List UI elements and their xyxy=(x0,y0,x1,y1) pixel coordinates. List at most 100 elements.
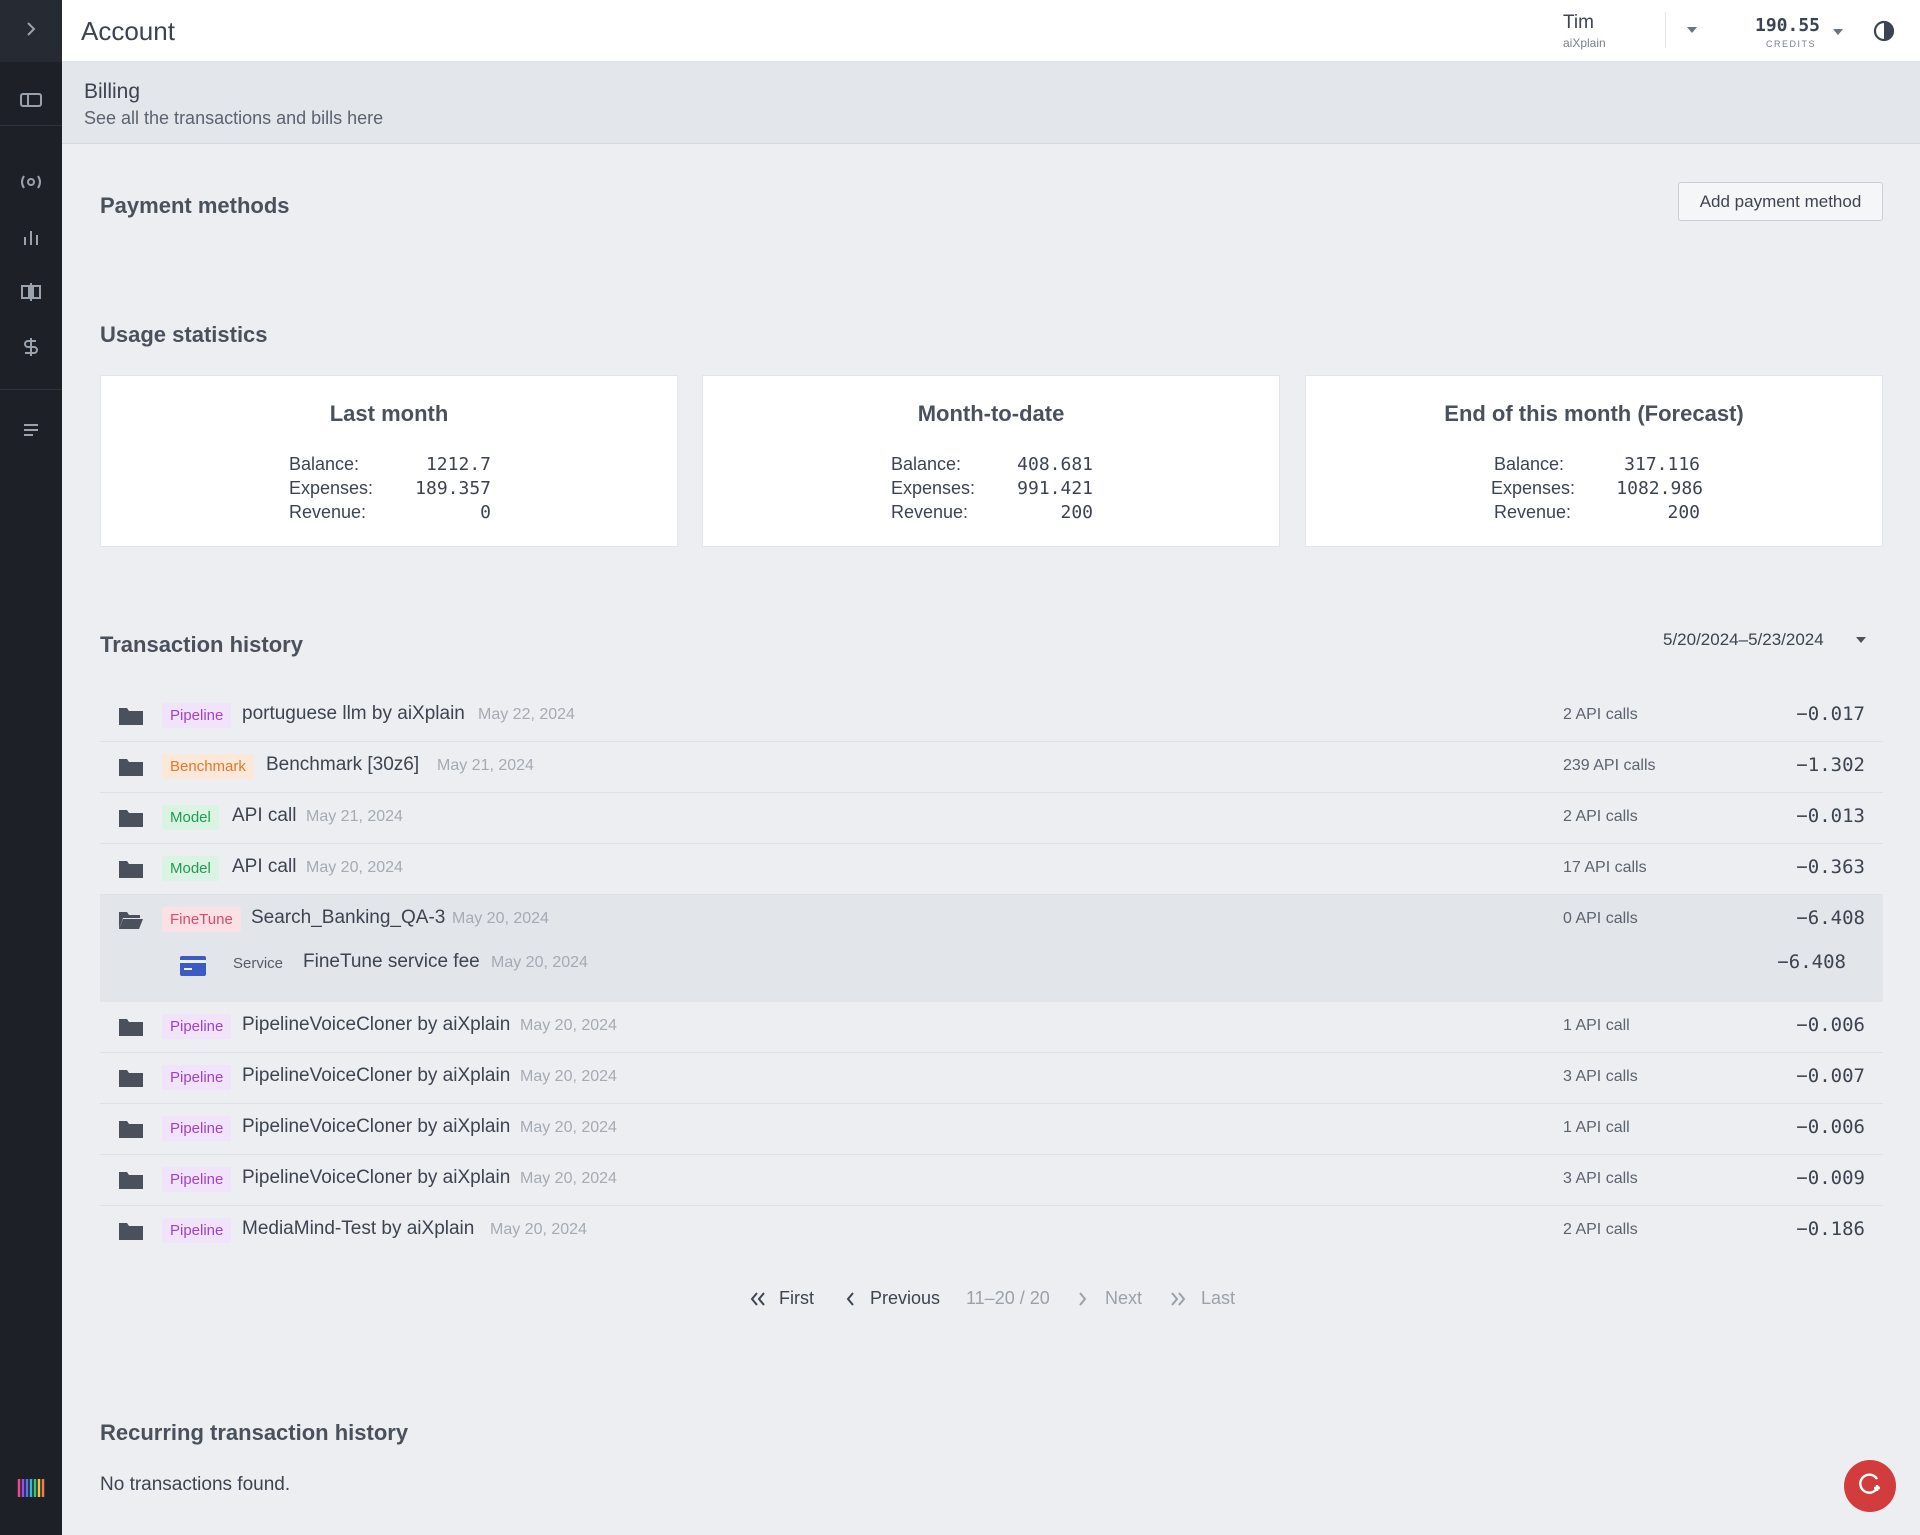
pagination-last-label: Last xyxy=(1201,1288,1236,1308)
transaction-row[interactable]: Pipeline PipelineVoiceCloner by aiXplain… xyxy=(100,1104,1883,1155)
expenses-value: 991.421 xyxy=(1017,478,1093,499)
date-range-value: 5/20/2024–5/23/2024 xyxy=(1663,630,1824,649)
chevron-down-icon xyxy=(1687,27,1697,33)
folder-icon xyxy=(118,757,144,782)
revenue-value: 200 xyxy=(1667,502,1700,523)
payment-methods-title: Payment methods xyxy=(100,193,290,218)
sidebar-item-billing[interactable] xyxy=(0,329,62,369)
transaction-amount: −0.186 xyxy=(1796,1218,1865,1240)
add-payment-method-button[interactable]: Add payment method xyxy=(1678,182,1883,221)
transaction-row[interactable]: Pipeline PipelineVoiceCloner by aiXplain… xyxy=(100,1155,1883,1206)
header-divider xyxy=(1665,12,1666,48)
stat-card-month-to-date: Month-to-date Balance: 408.681 Expenses: 9… xyxy=(702,375,1280,547)
transaction-name: API call xyxy=(232,805,297,826)
stat-card-last-month: Last month Balance: 1212.7 Expenses: 189.3… xyxy=(100,375,678,547)
transaction-date: May 20, 2024 xyxy=(452,910,549,927)
transaction-name: PipelineVoiceCloner by aiXplain xyxy=(242,1167,511,1188)
api-calls-count: 2 API calls xyxy=(1563,706,1638,723)
transaction-name: PipelineVoiceCloner by aiXplain xyxy=(242,1014,511,1035)
expenses-value: 1082.986 xyxy=(1616,478,1703,499)
transaction-row[interactable]: Benchmark Benchmark [30z6] May 21, 2024 … xyxy=(100,742,1883,793)
transaction-amount: −1.302 xyxy=(1796,754,1865,776)
transaction-amount: −0.013 xyxy=(1796,805,1865,827)
pagination-previous-button[interactable]: Previous xyxy=(845,1288,940,1311)
support-button[interactable] xyxy=(1844,1460,1896,1512)
sidebar-item-compare[interactable] xyxy=(0,274,62,314)
type-badge: Pipeline xyxy=(162,703,232,728)
user-menu[interactable]: Tim aiXplain xyxy=(1563,10,1697,52)
support-icon xyxy=(1857,1471,1883,1502)
recurring-history-title: Recurring transaction history xyxy=(100,1420,409,1445)
transaction-amount: −0.017 xyxy=(1796,703,1865,725)
credits-label: CREDITS xyxy=(1766,39,1817,49)
api-calls-count: 3 API calls xyxy=(1563,1068,1638,1085)
transaction-date: May 21, 2024 xyxy=(306,808,403,825)
pagination-next-button[interactable]: Next xyxy=(1078,1288,1142,1311)
type-badge: Pipeline xyxy=(162,1065,232,1090)
balance-value: 317.116 xyxy=(1624,454,1700,475)
transaction-row[interactable]: Pipeline PipelineVoiceCloner by aiXplain… xyxy=(100,1053,1883,1104)
balance-label: Balance: xyxy=(1494,454,1565,474)
chevron-down-icon xyxy=(1856,637,1866,643)
credits-menu[interactable]: 190.55 CREDITS xyxy=(1730,12,1843,52)
billing-icon xyxy=(21,336,41,363)
sidebar xyxy=(0,0,62,1535)
transaction-history-title: Transaction history xyxy=(100,632,303,657)
compare-icon xyxy=(20,282,42,307)
pagination-range: 11–20 / 20 xyxy=(966,1288,1050,1308)
user-org: aiXplain xyxy=(1563,36,1606,50)
sidebar-toggle-button[interactable] xyxy=(0,0,62,62)
dashboard-icon xyxy=(19,91,43,114)
contrast-icon[interactable] xyxy=(1872,19,1896,43)
balance-label: Balance: xyxy=(289,454,360,474)
transaction-row[interactable]: Pipeline portuguese llm by aiXplain May … xyxy=(100,691,1883,742)
transaction-row[interactable]: Pipeline PipelineVoiceCloner by aiXplain… xyxy=(100,1002,1883,1053)
empty-state-text: No transactions found. xyxy=(100,1474,291,1495)
bar-chart-icon xyxy=(21,227,41,252)
transaction-row[interactable]: Model API call May 20, 2024 17 API calls… xyxy=(100,844,1883,895)
transaction-amount: −0.009 xyxy=(1796,1167,1865,1189)
pagination-first-button[interactable]: First xyxy=(750,1288,814,1311)
transaction-date: May 22, 2024 xyxy=(478,706,575,723)
balance-label: Balance: xyxy=(891,454,962,474)
sidebar-item-dashboard[interactable] xyxy=(0,82,62,122)
chevron-down-icon xyxy=(1833,29,1843,35)
sidebar-item-docs[interactable] xyxy=(0,412,62,452)
transaction-date: May 20, 2024 xyxy=(520,1170,617,1187)
transaction-amount: −0.006 xyxy=(1796,1116,1865,1138)
transaction-name: PipelineVoiceCloner by aiXplain xyxy=(242,1065,511,1086)
transaction-row[interactable]: Model API call May 21, 2024 2 API calls … xyxy=(100,793,1883,844)
chevron-left-icon xyxy=(845,1290,857,1311)
api-calls-count: 0 API calls xyxy=(1563,910,1638,927)
api-calls-count: 1 API call xyxy=(1563,1017,1630,1034)
revenue-label: Revenue: xyxy=(1494,502,1572,522)
stat-card-title: Last month xyxy=(329,401,449,426)
type-badge: Model xyxy=(162,805,219,830)
sidebar-item-discover[interactable] xyxy=(0,164,62,204)
sidebar-item-analytics[interactable] xyxy=(0,219,62,259)
date-range-picker[interactable]: 5/20/2024–5/23/2024 xyxy=(1663,630,1866,650)
pagination-first-label: First xyxy=(779,1288,815,1308)
credit-card-icon xyxy=(180,956,206,981)
type-badge: Pipeline xyxy=(162,1116,232,1141)
folder-icon xyxy=(118,1017,144,1042)
expenses-label: Expenses: xyxy=(289,478,374,498)
type-badge: Pipeline xyxy=(162,1014,232,1039)
revenue-label: Revenue: xyxy=(891,502,969,522)
transaction-name: FineTune service fee xyxy=(303,951,480,972)
transaction-row[interactable]: Pipeline MediaMind-Test by aiXplain May … xyxy=(100,1206,1883,1257)
pagination-last-button[interactable]: Last xyxy=(1170,1288,1235,1311)
api-calls-count: 1 API call xyxy=(1563,1119,1630,1136)
broadcast-icon xyxy=(18,173,44,196)
folder-icon xyxy=(118,859,144,884)
transaction-date: May 20, 2024 xyxy=(490,1221,587,1238)
folder-icon xyxy=(118,808,144,833)
folder-icon xyxy=(118,1119,144,1144)
folder-icon xyxy=(118,1170,144,1195)
stat-card-title: End of this month (Forecast) xyxy=(1444,401,1744,426)
transaction-amount: −0.363 xyxy=(1796,856,1865,878)
transaction-date: May 20, 2024 xyxy=(520,1017,617,1034)
type-badge: Pipeline xyxy=(162,1218,232,1243)
folder-icon xyxy=(118,1221,144,1246)
billing-subtitle: See all the transactions and bills here xyxy=(84,108,384,128)
